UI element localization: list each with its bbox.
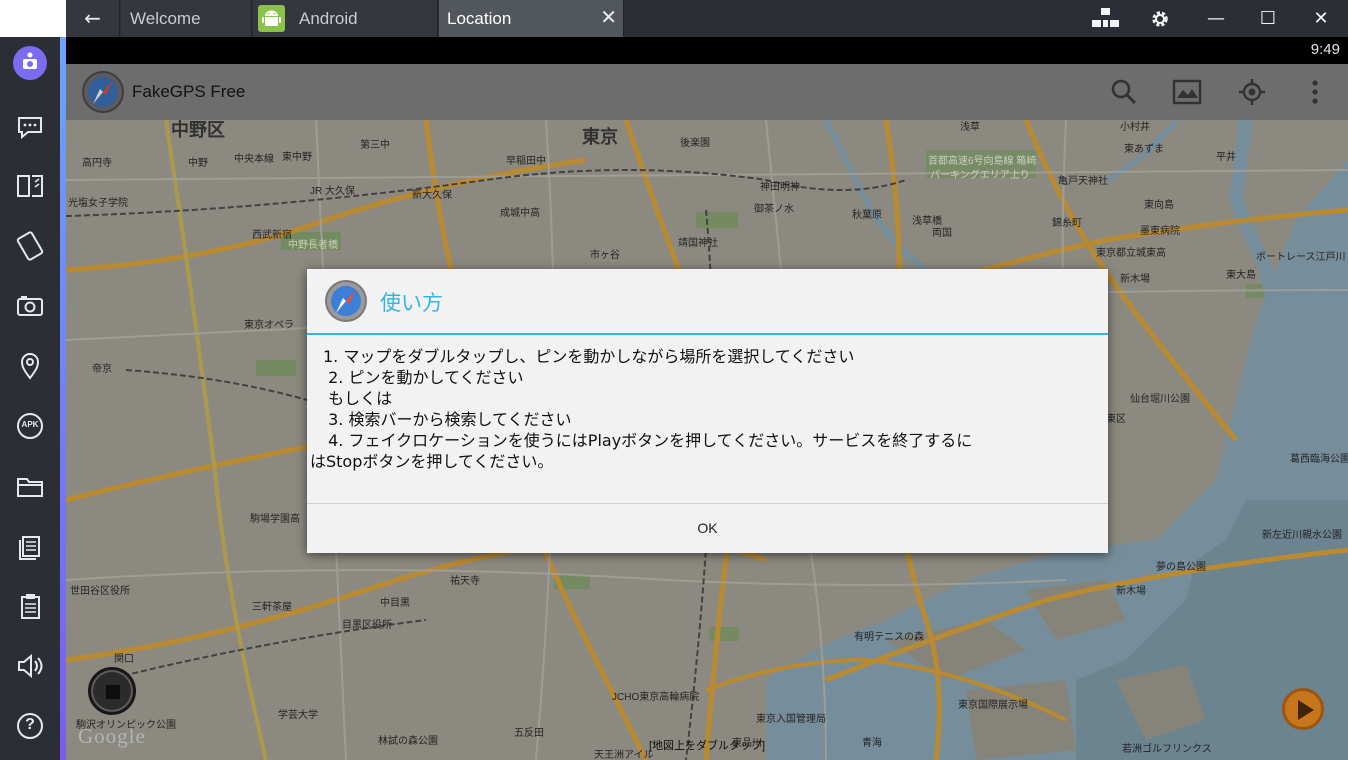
how-to-dialog: 使い方 1. マップをダブルタップし、ピンを動かしながら場所を選択してください …: [307, 269, 1108, 553]
gear-icon[interactable]: [1140, 0, 1180, 37]
screenshot-icon[interactable]: [13, 289, 47, 323]
chat-icon[interactable]: [13, 109, 47, 143]
tab-label: Android: [299, 9, 358, 28]
maximize-button[interactable]: ☐: [1248, 0, 1288, 37]
tab-label: Welcome: [130, 9, 201, 28]
instruction-line: 1. マップをダブルタップし、ピンを動かしながら場所を選択してください: [323, 347, 855, 366]
close-tab-icon[interactable]: ✕: [600, 0, 617, 37]
back-button[interactable]: ←: [66, 0, 120, 37]
sidebar: APK ?: [0, 37, 60, 760]
instruction-line: 2. ピンを動かしてください: [323, 368, 524, 387]
instruction-line: 3. 検索バーから検索してください: [323, 410, 572, 429]
clipboard-icon[interactable]: [13, 589, 47, 623]
location-pin-icon[interactable]: [13, 349, 47, 383]
apk-icon[interactable]: APK: [13, 409, 47, 443]
status-clock: 9:49: [1310, 41, 1340, 58]
folder-icon[interactable]: [13, 469, 47, 503]
app-logo-area: [0, 0, 66, 37]
help-label: ?: [25, 716, 35, 733]
minimize-button[interactable]: —: [1196, 0, 1236, 37]
dialog-title: 使い方: [380, 291, 443, 315]
ok-button[interactable]: OK: [307, 504, 1108, 553]
emulator-titlebar: ← Welcome Android Location ✕ — ☐ ✕: [0, 0, 1348, 37]
instruction-line: 4. フェイクロケーションを使うにはPlayボタンを押してください。サービスを終…: [323, 431, 973, 450]
copy-icon[interactable]: [13, 529, 47, 563]
instruction-line: もしくは: [323, 389, 393, 408]
android-icon: [258, 5, 285, 32]
rotate-icon[interactable]: [13, 229, 47, 263]
help-icon[interactable]: ?: [13, 709, 47, 743]
camera-user-icon[interactable]: [13, 46, 47, 80]
compass-icon: [324, 279, 368, 323]
dialog-header: 使い方: [307, 269, 1108, 333]
android-screen: 9:49 FakeGPS Free 中野区 東京 高円寺 中野 中央本線 東中野…: [66, 37, 1348, 760]
tab-android[interactable]: Android: [253, 0, 438, 37]
instruction-line: はStopボタンを押してください。: [310, 452, 554, 471]
layout-icon[interactable]: [13, 169, 47, 203]
dialog-title-divider: [307, 333, 1108, 335]
apk-label: APK: [21, 420, 39, 429]
volume-icon[interactable]: [13, 649, 47, 683]
status-bar: 9:49: [66, 37, 1348, 64]
multi-instance-icon[interactable]: [1086, 0, 1126, 37]
dialog-message: 1. マップをダブルタップし、ピンを動かしながら場所を選択してください 2. ピ…: [310, 346, 1100, 472]
close-window-button[interactable]: ✕: [1301, 0, 1341, 37]
tab-label: Location: [447, 9, 512, 28]
tab-welcome[interactable]: Welcome: [121, 0, 252, 37]
tab-location[interactable]: Location ✕: [439, 0, 624, 37]
